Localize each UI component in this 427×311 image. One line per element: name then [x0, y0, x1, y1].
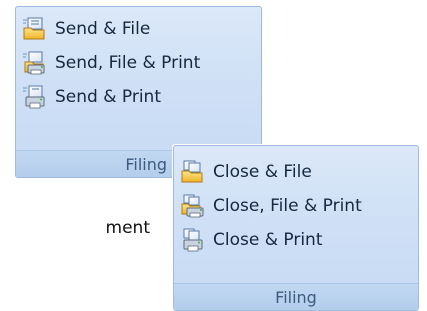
filing-group-close: Close & File Close, File & Print Close &…: [173, 145, 419, 311]
send-and-file-label: Send & File: [55, 19, 151, 39]
send-print-icon: [23, 85, 45, 109]
send-and-print-label: Send & Print: [55, 87, 161, 107]
background-document-text: ment: [105, 218, 150, 238]
send-file-and-print-button[interactable]: Send, File & Print: [16, 47, 261, 79]
close-and-print-label: Close & Print: [213, 230, 323, 250]
close-file-and-print-button[interactable]: Close, File & Print: [174, 190, 418, 222]
close-and-file-button[interactable]: Close & File: [174, 156, 418, 188]
close-file-icon: [181, 160, 203, 183]
group-label-filing: Filing: [174, 283, 418, 310]
close-file-and-print-label: Close, File & Print: [213, 196, 362, 216]
send-file-and-print-label: Send, File & Print: [55, 53, 201, 73]
send-file-print-icon: [23, 51, 45, 75]
close-and-print-button[interactable]: Close & Print: [174, 224, 418, 256]
send-file-icon: [23, 17, 45, 40]
close-print-icon: [183, 228, 203, 252]
close-and-file-label: Close & File: [213, 162, 312, 182]
close-file-print-icon: [181, 194, 204, 218]
send-and-file-button[interactable]: Send & File: [16, 13, 261, 45]
send-and-print-button[interactable]: Send & Print: [16, 81, 261, 113]
